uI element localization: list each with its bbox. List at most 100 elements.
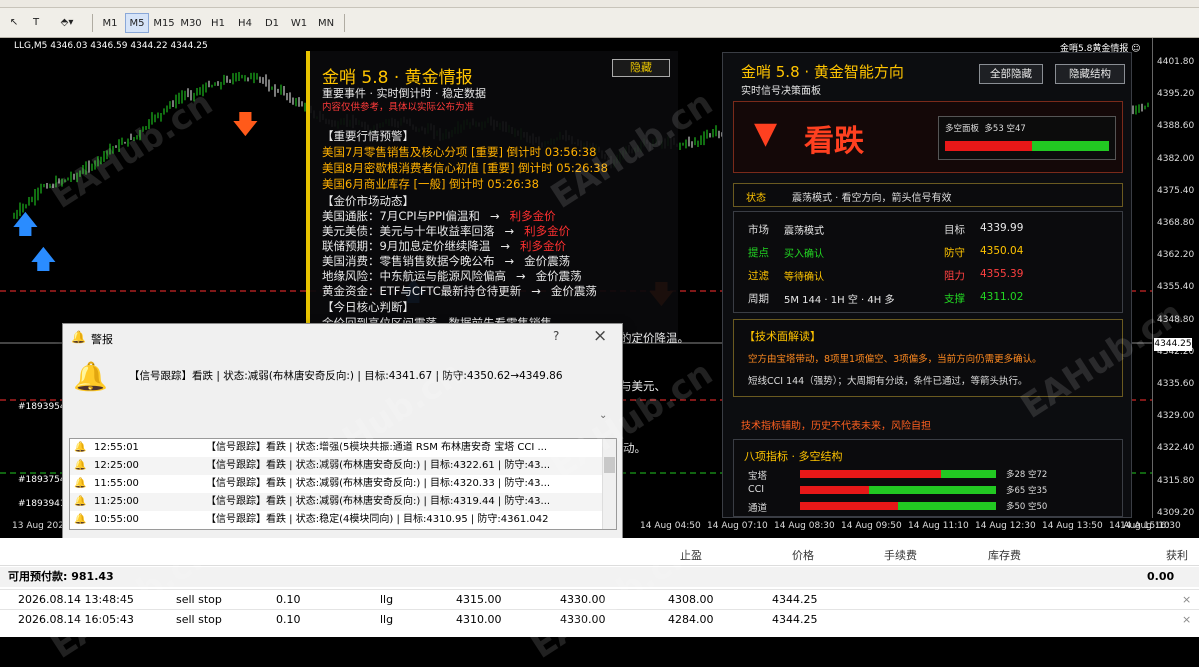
alert-text: 【信号跟踪】看跌 | 状态:减弱(布林唐安奇反向:) | 目标:4322.61 … xyxy=(206,460,551,471)
price-tick: 4368.80 xyxy=(1157,218,1195,228)
alert-history-row[interactable]: 🔔 11:25:00 【信号跟踪】看跌 | 状态:减弱(布林唐安奇反向:) | 目标… xyxy=(70,493,602,511)
bell-icon: 🔔 xyxy=(71,330,86,344)
tab-tf-m1[interactable]: M1 xyxy=(98,13,122,33)
tab-tf-h4[interactable]: H4 xyxy=(233,13,257,33)
indicator-name: 通道 xyxy=(748,503,768,514)
up-arrow-icon: 🡅 xyxy=(30,245,57,275)
alert-message: 【信号跟踪】看跌 | 状态:减弱(布林唐安奇反向:) | 目标:4341.67 … xyxy=(129,370,563,382)
direction-title: 金哨 5.8 · 黄金智能方向 xyxy=(741,63,904,81)
alert-history-row[interactable]: 🔔 12:25:00 【信号跟踪】看跌 | 状态:减弱(布林唐安奇反向:) | 目标… xyxy=(70,457,602,475)
help-button[interactable]: ? xyxy=(553,329,559,343)
time-tick: 13 Aug 2026 xyxy=(12,521,70,531)
order-tp: 4308.00 xyxy=(668,593,714,606)
alert-history-row[interactable]: 🔔 11:55:00 【信号跟踪】看跌 | 状态:减弱(布林唐安奇反向:) | 目标… xyxy=(70,475,602,493)
dynamics-effect: 金价震荡 xyxy=(535,269,582,283)
tab-tf-m15[interactable]: M15 xyxy=(152,13,176,33)
metrics-box: 市场 震荡模式 目标 4339.99 提点 买入确认 防守 4350.04 过滤 等待确认 阻力 43… xyxy=(733,211,1123,313)
order-sl: 4330.00 xyxy=(560,613,606,626)
alert-bell-icon: 🔔 xyxy=(73,360,108,393)
order-cur: 4344.25 xyxy=(772,593,818,606)
time-tick: 14 Aug 09:50 xyxy=(841,521,902,531)
alert-text: 【信号跟踪】看跌 | 状态:增强(5模块共振:通道 RSM 布林唐安奇 宝塔 C… xyxy=(206,442,547,453)
core-fragment: 动。 xyxy=(623,441,646,455)
signal-box: ▼ 看跌 多空面板 多53 空47 xyxy=(733,101,1123,173)
gauge-bull-fill xyxy=(945,141,1032,151)
close-button[interactable]: × xyxy=(593,326,607,346)
chart-toolbar: ↖ T ⬘▾ M1 M5 M15 M30 H1 H4 D1 W1 MN xyxy=(0,8,1199,38)
dialog-title: 警报 xyxy=(91,333,113,346)
message-scroll[interactable]: ⌄ xyxy=(599,410,611,428)
tab-tf-mn[interactable]: MN xyxy=(314,13,338,33)
cursor-icon[interactable]: ↖ xyxy=(6,13,22,33)
price-tick: 4322.40 xyxy=(1157,443,1195,454)
down-arrow-icon: ▼ xyxy=(754,116,778,151)
remove-order-icon[interactable]: × xyxy=(1182,590,1191,610)
order-sym: llg xyxy=(380,593,394,606)
order-row[interactable]: 2026.08.14 13:48:45 sell stop 0.10 llg 4315.… xyxy=(0,589,1199,609)
tab-tf-h1[interactable]: H1 xyxy=(206,13,230,33)
gauge-bar xyxy=(945,141,1109,151)
indicator-bar xyxy=(800,502,996,510)
arrow-icon: → xyxy=(516,269,526,283)
order-cur: 4344.25 xyxy=(772,613,818,626)
metric-key: 市场 xyxy=(748,224,769,236)
list-scrollbar[interactable] xyxy=(602,439,616,529)
indicator-name: 宝塔 xyxy=(748,471,768,482)
tech-box: 【技术面解读】 空方由宝塔带动，8项里1项偏空、3项偏多，当前方向仍需更多确认。… xyxy=(733,319,1123,397)
price-tick: 4395.20 xyxy=(1157,89,1195,100)
alert-history-row[interactable]: 🔔 12:55:01 【信号跟踪】看跌 | 状态:增强(5模块共振:通道 RSM 布… xyxy=(70,439,602,457)
hide-structure-button[interactable]: 隐藏结构 xyxy=(1055,64,1125,84)
metric-key: 周期 xyxy=(748,293,769,305)
indicator-bear-fill xyxy=(800,470,942,478)
indicators-title: 八项指标 · 多空结构 xyxy=(744,450,843,463)
order-row[interactable]: 2026.08.14 16:05:43 sell stop 0.10 llg 4310.… xyxy=(0,609,1199,629)
text-tool-icon[interactable]: T xyxy=(28,13,44,33)
hide-button[interactable]: 隐藏 xyxy=(612,59,670,77)
alert-text: 【信号跟踪】看跌 | 状态:稳定(4模块同向) | 目标:4310.95 | 防… xyxy=(206,514,549,525)
indicator-bear-fill xyxy=(800,502,898,510)
metric-key2: 防守 xyxy=(944,247,965,259)
indicator-bar xyxy=(800,470,996,478)
tab-tf-d1[interactable]: D1 xyxy=(260,13,284,33)
order-time: 2026.08.14 13:48:45 xyxy=(18,593,134,606)
dynamics-item: 地缘风险：中东航运与能源风险偏高 → 金价震荡 xyxy=(322,268,582,284)
indicator-name: CCI xyxy=(748,484,765,495)
price-axis: 4401.80 4395.20 4388.60 4382.00 4375.40 4368.… xyxy=(1152,38,1199,518)
order-label: #1893941 xyxy=(18,499,66,509)
price-tick: 4315.80 xyxy=(1157,475,1195,486)
terminal-panel: 止盈 价格 手续费 库存费 获利 可用预付款: 981.43 0.00 2026… xyxy=(0,538,1199,637)
gauge-values: 多53 空47 xyxy=(984,124,1026,134)
metric-key: 过滤 xyxy=(748,270,769,282)
remove-order-icon[interactable]: × xyxy=(1182,610,1191,630)
total-profit: 0.00 xyxy=(1147,570,1175,583)
core-fragment: 与美元、 xyxy=(620,379,666,393)
tab-tf-m30[interactable]: M30 xyxy=(179,13,203,33)
dynamics-effect: 金价震荡 xyxy=(524,254,571,268)
order-price: 4315.00 xyxy=(456,593,502,606)
alert-item: 美国7月零售销售及核心分项 [重要] 倒计时 03:56:38 xyxy=(322,145,597,159)
bell-icon: 🔔 xyxy=(74,514,87,525)
dynamics-text: 黄金资金：ETF与CFTC最新持仓待更新 xyxy=(322,284,522,298)
tab-tf-m5[interactable]: M5 xyxy=(125,13,149,33)
alert-history-list[interactable]: 🔔 12:55:01 【信号跟踪】看跌 | 状态:增强(5模块共振:通道 RSM 布… xyxy=(69,438,617,530)
section-alerts: 【重要行情预警】 xyxy=(322,129,414,143)
metric-key: 提点 xyxy=(748,247,769,259)
order-type: sell stop xyxy=(176,613,222,626)
hide-all-button[interactable]: 全部隐藏 xyxy=(979,64,1043,84)
dynamics-effect: 利多金价 xyxy=(509,209,556,223)
arrow-tool-icon[interactable]: ⬘▾ xyxy=(52,13,82,33)
time-tick: 14 Aug 07:10 xyxy=(707,521,768,531)
balance-row: 可用预付款: 981.43 0.00 xyxy=(0,567,1199,587)
alert-time: 10:55:00 xyxy=(94,514,139,525)
direction-panel: 金哨 5.8 · 黄金智能方向 实时信号决策面板 全部隐藏 隐藏结构 ▼ 看跌 … xyxy=(722,52,1132,518)
down-arrow-icon: 🡇 xyxy=(232,110,259,140)
metric-value2: 4350.04 xyxy=(980,245,1024,257)
alert-history-row[interactable]: 🔔 10:55:00 【信号跟踪】看跌 | 状态:稳定(4模块同向) | 目标:43… xyxy=(70,511,602,529)
time-tick: 14 Aug 08:30 xyxy=(774,521,835,531)
metric-value2: 4311.02 xyxy=(980,291,1024,303)
metric-value: 买入确认 xyxy=(784,249,824,260)
bell-icon: 🔔 xyxy=(74,442,87,453)
arrow-icon: → xyxy=(531,284,541,298)
price-tick: 4382.00 xyxy=(1157,153,1195,164)
tab-tf-w1[interactable]: W1 xyxy=(287,13,311,33)
